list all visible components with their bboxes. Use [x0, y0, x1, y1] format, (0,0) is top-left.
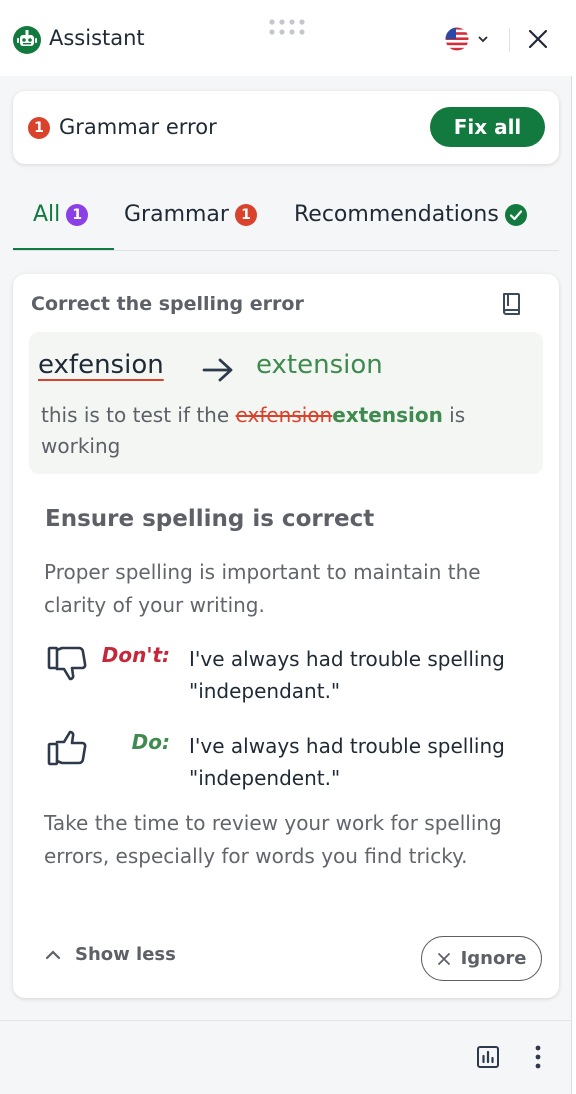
explanation-text: Proper spelling is important to maintain… — [44, 560, 481, 617]
sentence-wrong-word: exfension — [235, 403, 333, 427]
suggestion-box[interactable]: exfension extension this is to test if t… — [29, 332, 543, 474]
dont-text: I've always had trouble spelling "indepe… — [189, 647, 505, 703]
explanation-title: Ensure spelling is correct — [45, 506, 375, 532]
show-less-button[interactable]: Show less — [45, 944, 176, 965]
chevron-down-icon[interactable] — [476, 32, 490, 46]
tab-badge: 1 — [66, 203, 89, 226]
more-vertical-icon[interactable] — [528, 1044, 548, 1070]
context-sentence: this is to test if the exfensionextensio… — [41, 400, 531, 462]
misspelled-word: exfension — [38, 350, 164, 380]
dont-example: Don't: I've always had trouble spelling … — [44, 640, 544, 710]
chevron-up-icon — [45, 949, 61, 959]
book-icon[interactable] — [500, 291, 524, 317]
header-divider — [509, 28, 510, 52]
fix-all-button[interactable]: Fix all — [430, 107, 545, 147]
tabs-divider — [13, 250, 559, 251]
card-title: Correct the spelling error — [31, 293, 304, 315]
app-title: Assistant — [49, 26, 145, 50]
sentence-fixed-word: extension — [332, 403, 443, 427]
robot-icon — [13, 26, 41, 54]
dont-label: Don't: — [101, 643, 170, 667]
tab-all[interactable]: All 1 — [33, 202, 89, 227]
ignore-button[interactable]: Ignore — [421, 936, 542, 981]
ignore-label: Ignore — [460, 948, 527, 969]
suggestion-card: Correct the spelling error exfension ext… — [13, 274, 559, 998]
tab-recommendations[interactable]: Recommendations — [294, 202, 527, 227]
assistant-panel: Assistant 1 Grammar error Fix all All 1 … — [0, 0, 572, 1094]
tab-label: All — [33, 202, 61, 227]
bar-chart-icon[interactable] — [476, 1045, 500, 1069]
drag-handle-icon[interactable] — [268, 18, 306, 36]
tab-grammar[interactable]: Grammar 1 — [124, 202, 257, 227]
page-edge — [572, 0, 576, 1094]
do-text: I've always had trouble spelling "indepe… — [189, 734, 505, 790]
do-example: Do: I've always had trouble spelling "in… — [44, 727, 544, 797]
check-icon — [504, 203, 527, 226]
grammar-error-bar: 1 Grammar error Fix all — [13, 91, 559, 164]
tab-label: Recommendations — [294, 202, 499, 227]
tip-text: Take the time to review your work for sp… — [44, 811, 502, 868]
do-label: Do: — [131, 730, 170, 754]
close-icon — [437, 952, 450, 965]
arrow-right-icon — [202, 358, 233, 382]
error-label: Grammar error — [59, 115, 217, 139]
us-flag-icon[interactable] — [445, 27, 469, 51]
corrected-word: extension — [256, 350, 383, 380]
header: Assistant — [0, 0, 572, 76]
sentence-prefix: this is to test if the — [41, 403, 236, 427]
error-count-badge: 1 — [28, 117, 50, 139]
tab-badge: 1 — [234, 203, 257, 226]
show-less-label: Show less — [75, 944, 176, 965]
close-icon[interactable] — [526, 27, 550, 51]
tab-bar: All 1 Grammar 1 Recommendations — [13, 192, 559, 252]
footer-bar — [0, 1020, 572, 1094]
tab-label: Grammar — [124, 202, 229, 227]
